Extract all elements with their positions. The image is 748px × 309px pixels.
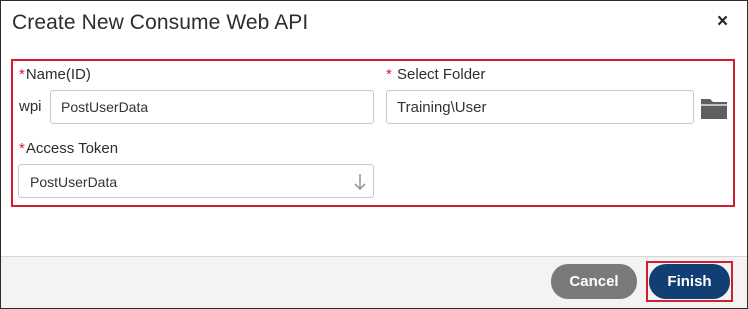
folder-label-text: Select Folder xyxy=(392,66,486,83)
finish-button[interactable]: Finish xyxy=(649,264,730,299)
arrow-down-icon xyxy=(353,173,367,191)
access-token-label: *Access Token xyxy=(19,140,118,157)
folder-input[interactable] xyxy=(386,90,694,124)
required-marker: * xyxy=(386,66,392,83)
required-marker: * xyxy=(19,140,25,157)
name-label-text: Name(ID) xyxy=(25,66,91,83)
folder-icon[interactable] xyxy=(700,96,728,120)
access-token-selected: PostUserData xyxy=(30,174,118,190)
access-token-label-text: Access Token xyxy=(25,140,119,157)
folder-label: * Select Folder xyxy=(386,66,485,83)
name-input[interactable] xyxy=(50,90,374,124)
dialog-title: Create New Consume Web API xyxy=(12,11,309,34)
close-icon[interactable]: × xyxy=(717,12,733,32)
access-token-select[interactable]: PostUserData xyxy=(18,164,374,198)
create-web-api-dialog: Create New Consume Web API × *Name(ID) w… xyxy=(0,0,748,309)
name-label: *Name(ID) xyxy=(19,66,91,83)
required-marker: * xyxy=(19,66,25,83)
name-prefix: wpi xyxy=(19,98,42,115)
cancel-button[interactable]: Cancel xyxy=(551,264,637,299)
dialog-header: Create New Consume Web API × xyxy=(1,1,747,47)
